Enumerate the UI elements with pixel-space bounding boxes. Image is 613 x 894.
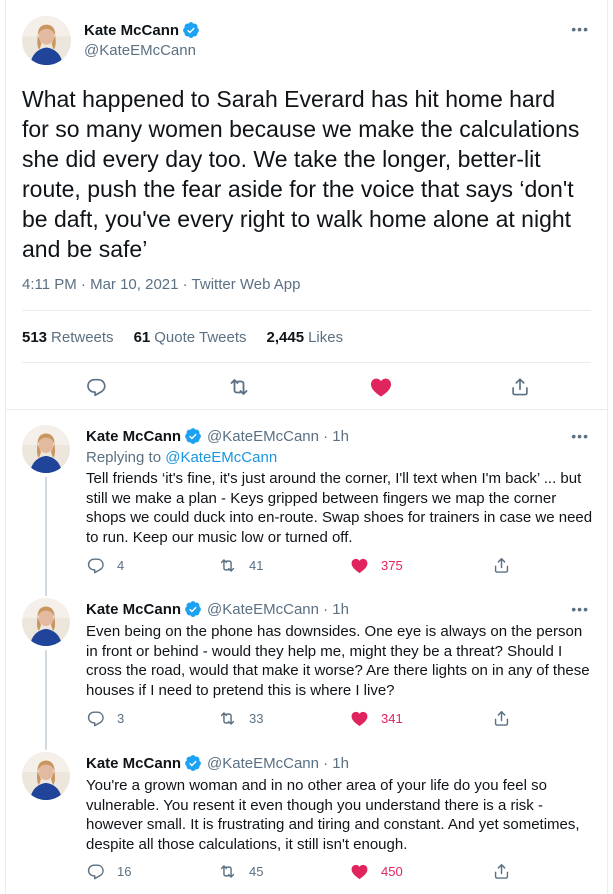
- retweet-count: 41: [249, 558, 264, 573]
- author-name[interactable]: Kate McCann: [86, 755, 181, 772]
- reply-action-bar: 3 33 341: [86, 709, 526, 729]
- more-options-icon[interactable]: •••: [571, 22, 589, 36]
- replying-handle-link[interactable]: @KateEMcCann: [165, 449, 277, 466]
- reply-icon: [85, 376, 107, 398]
- action-bar: [6, 373, 607, 401]
- reply-text: Tell friends ‘it's fine, it's just aroun…: [86, 470, 593, 546]
- retweet-icon: [218, 556, 237, 575]
- reply-button[interactable]: 16: [86, 862, 131, 881]
- verified-badge-icon: [182, 21, 200, 39]
- share-button[interactable]: [492, 556, 523, 575]
- like-button[interactable]: 375: [350, 556, 403, 575]
- reply-header: Kate McCann @KateEMcCann · 1h: [86, 600, 349, 618]
- like-count: 375: [381, 558, 403, 573]
- reply-count: 4: [117, 558, 125, 573]
- author-name[interactable]: Kate McCann: [86, 428, 181, 445]
- share-icon: [492, 556, 511, 575]
- thread-line: [45, 584, 47, 596]
- thread-line: [45, 738, 47, 750]
- retweets-count: 513: [22, 329, 48, 346]
- retweet-icon: [218, 709, 237, 728]
- verified-badge-icon: [184, 754, 202, 772]
- reply-icon: [86, 709, 105, 728]
- avatar[interactable]: [22, 598, 70, 646]
- verified-badge-icon: [184, 427, 202, 445]
- more-options-icon[interactable]: •••: [571, 429, 589, 443]
- share-icon: [492, 862, 511, 881]
- replying-to: Replying to @KateEMcCann: [86, 449, 277, 466]
- retweet-button[interactable]: [225, 373, 253, 401]
- heart-icon: [369, 375, 393, 399]
- retweet-button[interactable]: 33: [218, 709, 263, 728]
- author-row: Kate McCann: [84, 21, 200, 39]
- reply-tweet[interactable]: Kate McCann @KateEMcCann · 1h ••• Replyi…: [6, 410, 607, 584]
- heart-icon: [350, 709, 369, 728]
- share-button[interactable]: [492, 862, 523, 881]
- divider: [22, 362, 591, 363]
- like-button[interactable]: 450: [350, 862, 403, 881]
- engagement-stats: 513 Retweets 61 Quote Tweets 2,445 Likes: [22, 329, 363, 346]
- reply-action-bar: 4 41 375: [86, 556, 526, 576]
- avatar[interactable]: [22, 16, 71, 65]
- like-button[interactable]: [367, 373, 395, 401]
- avatar[interactable]: [22, 425, 70, 473]
- more-options-icon[interactable]: •••: [571, 602, 589, 616]
- retweet-button[interactable]: 41: [218, 556, 263, 575]
- tweet-text: What happened to Sarah Everard has hit h…: [22, 86, 580, 262]
- reply-tweet[interactable]: Kate McCann @KateEMcCann · 1h ••• Even b…: [6, 584, 607, 738]
- replying-prefix: Replying to: [86, 449, 166, 466]
- retweet-count: 33: [249, 711, 264, 726]
- quote-tweets-count: 61: [133, 329, 151, 346]
- quote-tweets-stat[interactable]: 61 Quote Tweets: [134, 329, 247, 346]
- author-handle-time[interactable]: @KateEMcCann · 1h: [207, 601, 349, 618]
- heart-icon: [350, 556, 369, 575]
- reply-header: Kate McCann @KateEMcCann · 1h: [86, 427, 349, 445]
- tweet-timestamp[interactable]: 4:11 PM · Mar 10, 2021 · Twitter Web App: [22, 276, 300, 293]
- likes-label: Likes: [308, 329, 344, 346]
- author-handle[interactable]: @KateEMcCann: [84, 42, 196, 59]
- retweet-button[interactable]: 45: [218, 862, 263, 881]
- retweet-icon: [227, 375, 251, 399]
- reply-count: 3: [117, 711, 125, 726]
- reply-text: Even being on the phone has downsides. O…: [86, 623, 590, 699]
- reply-count: 16: [117, 864, 132, 879]
- retweet-count: 45: [249, 864, 264, 879]
- likes-count: 2,445: [266, 329, 305, 346]
- tweet-thread: Kate McCann @KateEMcCann ••• What happen…: [5, 0, 608, 894]
- reply-button[interactable]: 4: [86, 556, 124, 575]
- quote-tweets-label: Quote Tweets: [154, 329, 247, 346]
- share-button[interactable]: [506, 373, 534, 401]
- thread-line: [45, 650, 47, 738]
- reply-header: Kate McCann @KateEMcCann · 1h: [86, 754, 349, 772]
- like-count: 341: [381, 711, 403, 726]
- verified-badge-icon: [184, 600, 202, 618]
- divider: [22, 310, 591, 311]
- retweet-icon: [218, 862, 237, 881]
- heart-icon: [350, 862, 369, 881]
- author-name[interactable]: Kate McCann: [84, 22, 179, 39]
- likes-stat[interactable]: 2,445 Likes: [267, 329, 344, 346]
- like-button[interactable]: 341: [350, 709, 403, 728]
- reply-button[interactable]: [82, 373, 110, 401]
- reply-text: You're a grown woman and in no other are…: [86, 777, 580, 853]
- reply-tweet[interactable]: Kate McCann @KateEMcCann · 1h You're a g…: [6, 738, 607, 894]
- reply-button[interactable]: 3: [86, 709, 124, 728]
- reply-action-bar: 16 45 450: [86, 862, 526, 882]
- author-handle-time[interactable]: @KateEMcCann · 1h: [207, 428, 349, 445]
- author-name[interactable]: Kate McCann: [86, 601, 181, 618]
- like-count: 450: [381, 864, 403, 879]
- avatar[interactable]: [22, 752, 70, 800]
- author-handle-time[interactable]: @KateEMcCann · 1h: [207, 755, 349, 772]
- share-icon: [509, 376, 531, 398]
- retweets-stat[interactable]: 513 Retweets: [22, 329, 114, 346]
- reply-icon: [86, 862, 105, 881]
- reply-icon: [86, 556, 105, 575]
- share-icon: [492, 709, 511, 728]
- thread-line: [45, 477, 47, 584]
- retweets-label: Retweets: [51, 329, 114, 346]
- share-button[interactable]: [492, 709, 523, 728]
- main-tweet: Kate McCann @KateEMcCann ••• What happen…: [6, 0, 607, 410]
